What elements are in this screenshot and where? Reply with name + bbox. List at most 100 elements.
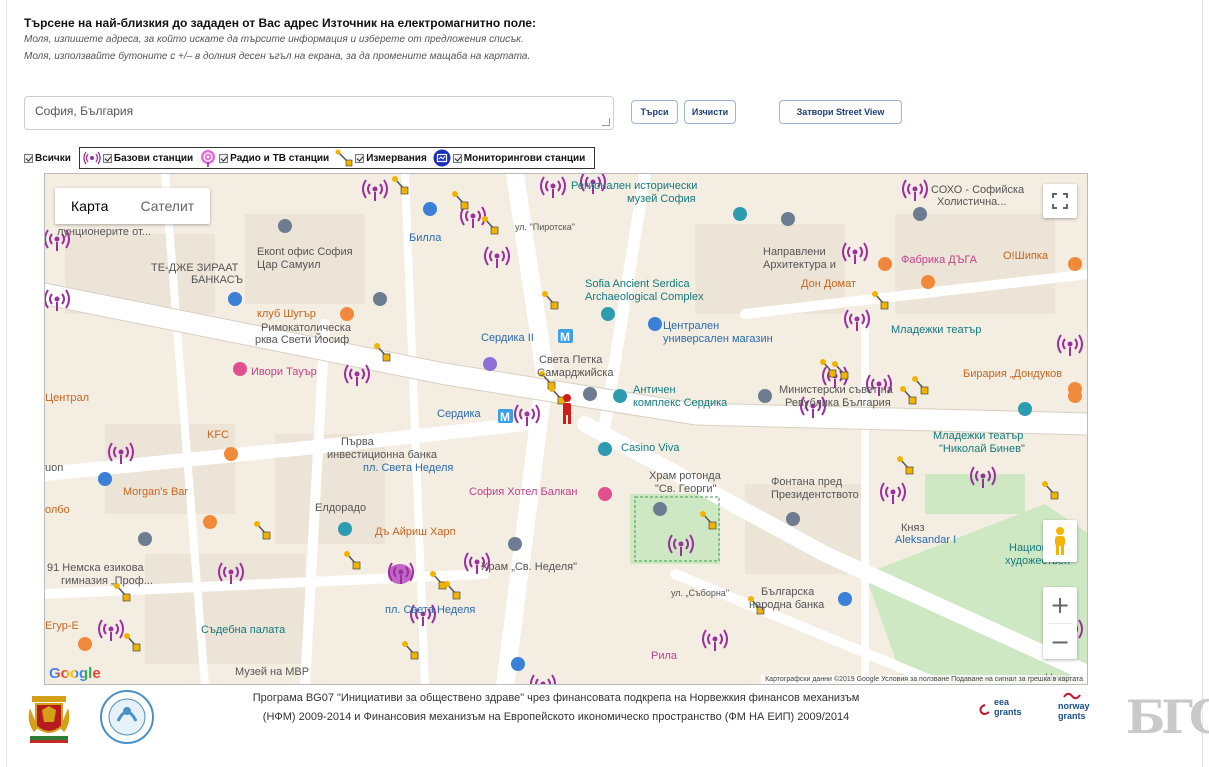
map-label: "Николай Бинев" <box>939 443 1025 455</box>
filter-measurements-checkbox[interactable] <box>355 153 365 163</box>
map-label: Егур-Е <box>45 620 79 632</box>
filter-monitoring[interactable]: Мониторингови станции <box>433 149 586 167</box>
map-label: Римокатолическа <box>261 322 351 334</box>
pegman-button[interactable] <box>1043 520 1077 562</box>
map-label: Екont офис София <box>257 246 353 258</box>
map-label: народна банка <box>749 599 825 611</box>
map-label: клуб Шугър <box>257 308 316 320</box>
map-label: Бирария „Дондуков <box>963 368 1063 380</box>
norway-top: norway <box>1058 701 1090 711</box>
layer-filters: Всички Базови станции Радио и ТВ станции… <box>24 147 596 169</box>
radio-tower-icon <box>199 149 217 167</box>
bgo-logo: БГО <box>1126 690 1209 744</box>
map-label: Направлени <box>763 246 826 258</box>
fullscreen-button[interactable] <box>1043 184 1077 218</box>
map-label: Младежки театър <box>933 430 1024 442</box>
page-title: Търсене на най-близкия до зададен от Вас… <box>24 16 536 30</box>
map-label: 91 Немска езикова <box>47 562 144 574</box>
zoom-out-button[interactable]: − <box>1043 624 1077 660</box>
filter-monitoring-label: Мониторингови станции <box>463 152 586 164</box>
svg-text:M: M <box>500 410 510 424</box>
filter-radio-tv[interactable]: Радио и ТВ станции <box>199 149 329 167</box>
map-label: универсален магазин <box>663 333 773 345</box>
map-label: СОХО - Софийска <box>931 184 1025 196</box>
map-label: Билла <box>409 232 442 244</box>
filter-all[interactable]: Всички <box>24 153 71 164</box>
map-label: Храм „Св. Неделя" <box>481 561 578 573</box>
measurement-probe-icon <box>335 149 353 167</box>
map-label: Централ <box>45 392 90 404</box>
map-label: Българска <box>761 586 815 598</box>
map-type-control: Карта Сателит <box>55 188 211 224</box>
google-logo-text: Google <box>49 665 101 682</box>
norway-grants-logo: norway grants <box>1058 692 1090 721</box>
map-label: Цар Самуил <box>257 259 321 271</box>
map-type-map-button[interactable]: Карта <box>55 188 124 224</box>
map-label: Самарджийска <box>537 367 614 379</box>
map-label: олбо <box>45 504 70 516</box>
zoom-in-button[interactable]: + <box>1043 587 1077 623</box>
map-label: рква Свети Йосиф <box>255 334 350 346</box>
map-view[interactable]: M M Регионален исторически музей София С… <box>44 173 1088 685</box>
map-label: O!Шипка <box>1003 250 1048 262</box>
map-label: Младежки театър <box>891 324 982 336</box>
map-label: "Св. Георги" <box>655 483 717 495</box>
map-label: Музей на МВР <box>235 666 310 678</box>
filter-base-stations[interactable]: Базови станции <box>83 149 193 167</box>
map-label: Архитектура и <box>763 259 836 271</box>
map-label: Дъ Айриш Харп <box>375 526 456 538</box>
norway-swirl-icon <box>1063 692 1081 700</box>
eea-grants-logo: eea grants <box>979 697 1022 717</box>
map-label: uon <box>45 462 64 474</box>
filter-all-checkbox[interactable] <box>24 153 33 163</box>
address-input[interactable]: София, България <box>24 96 614 130</box>
close-streetview-button[interactable]: Затвори Street View <box>779 100 902 124</box>
filter-base-stations-checkbox[interactable] <box>102 153 112 163</box>
map-label: Archaeological Complex <box>585 291 704 303</box>
map-label: инвестиционна банка <box>327 449 438 461</box>
map-label: Храм ротонда <box>649 470 721 482</box>
google-logo[interactable]: Google <box>49 665 101 682</box>
map-base: M M <box>45 174 1087 684</box>
footer-text: Програма BG07 "Инициативи за обществено … <box>176 689 936 727</box>
map-label: лунционерите от... <box>57 226 151 238</box>
map-type-satellite-button[interactable]: Сателит <box>124 188 210 224</box>
filter-monitoring-checkbox[interactable] <box>452 153 462 163</box>
map-label: Република България <box>785 397 891 409</box>
footer-line-2: (НФМ) 2009-2014 и Финансовия механизъм н… <box>262 711 850 723</box>
map-label: Съдебна палата <box>201 624 286 636</box>
map-label: Фабрика ДЪГА <box>901 254 977 266</box>
filter-all-label: Всички <box>35 152 71 164</box>
monitoring-station-icon <box>433 149 451 167</box>
search-button[interactable]: Търси <box>631 100 678 124</box>
zoom-control: + − <box>1043 587 1077 659</box>
map-label: Рила <box>651 650 678 662</box>
map-label: Елдорадо <box>315 502 367 514</box>
map-label: Първа <box>341 436 374 448</box>
svg-text:M: M <box>560 330 570 344</box>
map-label: Княз <box>901 522 925 534</box>
resize-handle-icon[interactable] <box>602 118 610 126</box>
hint-text-1: Моля, изпишете адреса, за който искате д… <box>24 34 524 45</box>
filter-measurements[interactable]: Измервания <box>335 149 427 167</box>
ministry-health-logo <box>100 689 154 750</box>
map-label: гимназия „Проф... <box>61 575 154 587</box>
footer-line-1: Програма BG07 "Инициативи за обществено … <box>252 692 860 704</box>
map-attribution[interactable]: Картографски данни ©2019 Google Условия … <box>761 675 1087 684</box>
clear-button[interactable]: Изчисти <box>684 100 736 124</box>
map-label: KFC <box>207 429 229 441</box>
bulgaria-coat-of-arms-logo <box>26 692 72 749</box>
map-label: Античен <box>633 384 676 396</box>
map-label: Casino Viva <box>621 442 680 454</box>
map-label: пл. Света Неделя <box>385 604 476 616</box>
filter-radio-tv-checkbox[interactable] <box>219 153 229 163</box>
map-label: Sofia Ancient Serdica <box>585 278 690 290</box>
map-label: Morgan's Bar <box>123 486 189 498</box>
map-label: БАНКАСЪ <box>191 274 244 286</box>
map-label: пл. Света Неделя <box>363 462 454 474</box>
filter-measurements-label: Измервания <box>366 152 427 164</box>
map-label: Aleksandar I <box>895 534 957 546</box>
hint-text-2: Моля, използвайте бутоните с +/– в долни… <box>24 51 531 62</box>
eea-swirl-icon <box>979 704 990 715</box>
pegman-icon <box>1055 527 1065 555</box>
